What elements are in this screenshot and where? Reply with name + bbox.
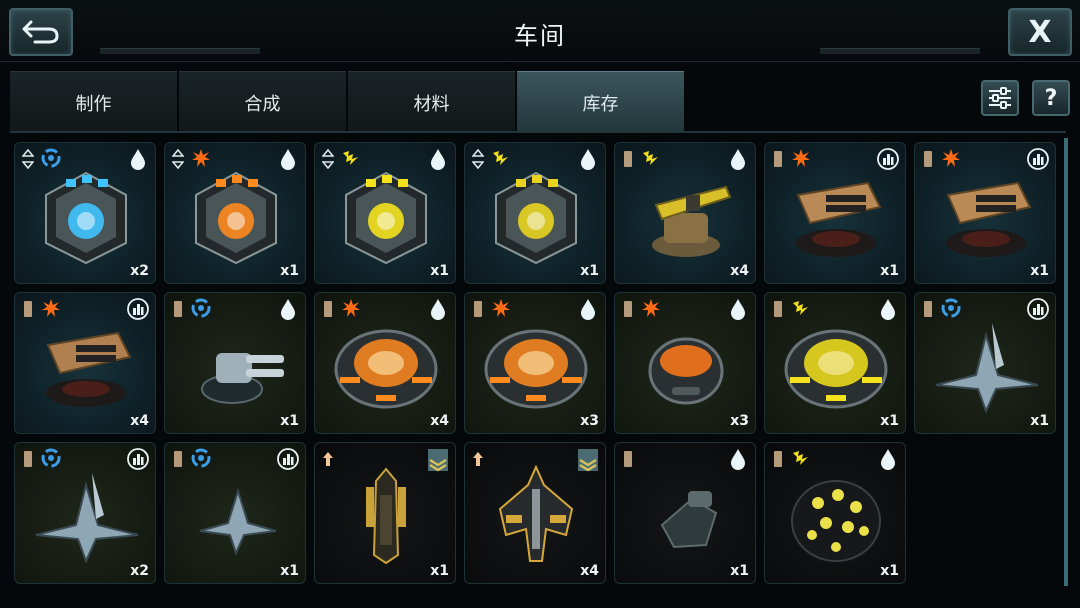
- inventory-slot-blue-wing-fighter[interactable]: x1: [914, 292, 1056, 434]
- inventory-slot-orange-reactor-medium[interactable]: x3: [464, 292, 606, 434]
- item-image-bronze-launcher-turret-3: [26, 315, 146, 415]
- close-icon: X: [1028, 14, 1052, 50]
- item-count: x4: [580, 563, 599, 579]
- item-count: x1: [1030, 263, 1049, 279]
- item-image-blue-wing-fighter-3: [176, 465, 296, 565]
- item-count: x4: [130, 413, 149, 429]
- item-image-grey-twin-turret: [176, 315, 296, 415]
- inventory-slot-gold-battleship[interactable]: x4: [464, 442, 606, 584]
- item-image-dark-gun-module: [626, 465, 746, 565]
- item-count: x1: [880, 263, 899, 279]
- inventory-slot-yellow-core-module[interactable]: x1: [314, 142, 456, 284]
- item-image-yellow-core-module: [326, 165, 446, 265]
- inventory-slot-orange-reactor-large[interactable]: x4: [314, 292, 456, 434]
- item-image-yellow-reactor: [776, 315, 896, 415]
- close-button[interactable]: X: [1008, 8, 1072, 56]
- tab-bar: 制作 合成 材料 库存: [10, 71, 684, 133]
- inventory-slot-dark-gun-module[interactable]: x1: [614, 442, 756, 584]
- item-count: x1: [1030, 413, 1049, 429]
- inventory-slot-orange-core-module[interactable]: x1: [164, 142, 306, 284]
- inventory-slot-yellow-cannon-turret[interactable]: x4: [614, 142, 756, 284]
- item-count: x1: [880, 413, 899, 429]
- item-count: x1: [280, 263, 299, 279]
- inventory-slot-bronze-launcher-turret-2[interactable]: x1: [914, 142, 1056, 284]
- item-count: x3: [730, 413, 749, 429]
- inventory-slot-grey-twin-turret[interactable]: x1: [164, 292, 306, 434]
- inventory-slot-blue-core-module[interactable]: x2: [14, 142, 156, 284]
- inventory-slot-bronze-launcher-turret[interactable]: x1: [764, 142, 906, 284]
- item-image-yellow-cannon-turret: [626, 165, 746, 265]
- inventory-slot-blue-wing-fighter-3[interactable]: x1: [164, 442, 306, 584]
- help-button[interactable]: ?: [1032, 80, 1070, 116]
- inventory-slot-yellow-lattice-orb[interactable]: x1: [764, 442, 906, 584]
- inventory-slot-yellow-core-module-2[interactable]: x1: [464, 142, 606, 284]
- inventory-slot-bronze-launcher-turret-3[interactable]: x4: [14, 292, 156, 434]
- top-bar: 车间 X: [0, 0, 1080, 62]
- item-count: x1: [580, 263, 599, 279]
- item-image-yellow-core-module-2: [476, 165, 596, 265]
- scrollbar-thumb[interactable]: [1064, 138, 1068, 586]
- tab-materials[interactable]: 材料: [348, 71, 515, 133]
- item-image-orange-reactor-small: [626, 315, 746, 415]
- inventory-slot-blue-wing-fighter-2[interactable]: x2: [14, 442, 156, 584]
- item-image-gold-cruiser-ship: [326, 465, 446, 565]
- item-count: x1: [430, 563, 449, 579]
- sliders-icon: [989, 87, 1011, 109]
- item-count: x2: [130, 563, 149, 579]
- tab-combine[interactable]: 合成: [179, 71, 346, 133]
- tab-divider: [10, 131, 1066, 133]
- filter-button[interactable]: [981, 80, 1019, 116]
- item-image-blue-core-module: [26, 165, 146, 265]
- item-image-blue-wing-fighter-2: [26, 465, 146, 565]
- item-image-orange-reactor-medium: [476, 315, 596, 415]
- item-image-orange-core-module: [176, 165, 296, 265]
- inventory-slot-yellow-reactor[interactable]: x1: [764, 292, 906, 434]
- item-image-bronze-launcher-turret: [776, 165, 896, 265]
- item-image-blue-wing-fighter: [926, 315, 1046, 415]
- item-image-orange-reactor-large: [326, 315, 446, 415]
- item-count: x3: [580, 413, 599, 429]
- item-count: x1: [280, 413, 299, 429]
- item-image-gold-battleship: [476, 464, 596, 565]
- question-icon: ?: [1044, 85, 1058, 111]
- item-count: x4: [730, 263, 749, 279]
- inventory-slot-gold-cruiser-ship[interactable]: x1: [314, 442, 456, 584]
- tab-craft[interactable]: 制作: [10, 71, 177, 133]
- item-count: x2: [130, 263, 149, 279]
- inventory-scrollbar[interactable]: [1064, 138, 1068, 586]
- item-count: x1: [730, 563, 749, 579]
- inventory-grid: x2 x1 x1 x1 x4 x1 x1 x4 x1 x4 x3 x3 x1 x1 x2 x1 x1 x4 x1 x1: [14, 142, 1058, 584]
- item-image-bronze-launcher-turret-2: [926, 165, 1046, 265]
- page-title: 车间: [514, 22, 566, 50]
- item-image-yellow-lattice-orb: [776, 465, 896, 565]
- item-count: x4: [430, 413, 449, 429]
- item-count: x1: [280, 563, 299, 579]
- tab-inventory[interactable]: 库存: [517, 71, 684, 133]
- item-count: x1: [880, 563, 899, 579]
- item-count: x1: [430, 263, 449, 279]
- inventory-slot-orange-reactor-small[interactable]: x3: [614, 292, 756, 434]
